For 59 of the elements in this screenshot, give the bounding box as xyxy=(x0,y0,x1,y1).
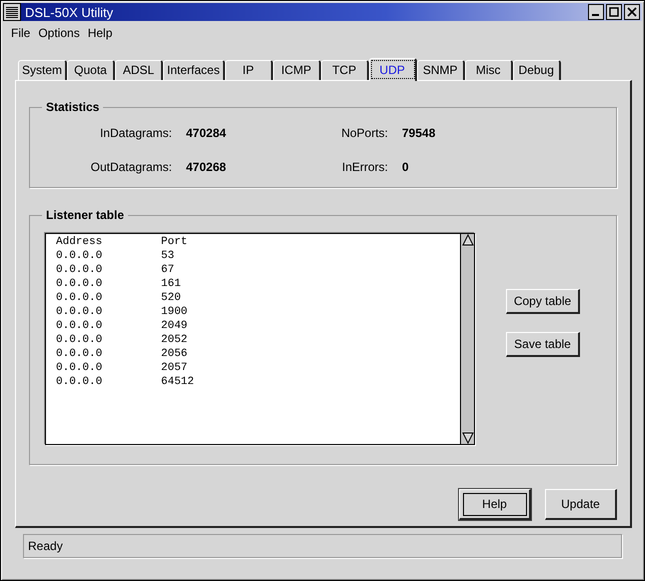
field-value: 470284 xyxy=(186,126,228,140)
table-button[interactable]: Save table xyxy=(506,332,580,357)
table-cell-text: 0.0.0.0 xyxy=(56,263,104,277)
maximize-icon[interactable] xyxy=(606,4,622,20)
scroll-down-icon[interactable] xyxy=(462,432,474,444)
column-header: Port xyxy=(161,235,188,249)
tab[interactable]: Debug xyxy=(512,60,561,80)
table-cell-text: 520 xyxy=(161,291,182,305)
table-cell-text: 0.0.0.0 xyxy=(56,333,104,347)
table-cell-text: 0.0.0.0 xyxy=(56,375,104,389)
scroll-up-icon[interactable] xyxy=(462,234,474,246)
field-label: OutDatagrams: xyxy=(90,160,172,174)
tab[interactable]: System xyxy=(18,60,68,80)
field-label: InDatagrams: xyxy=(98,126,172,140)
tab[interactable]: Interfaces xyxy=(163,60,225,80)
table-cell-text: 161 xyxy=(161,277,182,291)
listener-list[interactable]: Address Port 0.0.0.0 53 0.0.0.0 67 0.0.0.0 161 0.0.0.0 520 0.0.0.0 1900 0.0.0.0 2049 0.0.0.0 2052 0.0.0.0 2056 0.0.0.0 2057 0.0.0.0 64512 xyxy=(45,233,475,445)
dialog-button[interactable]: Update xyxy=(545,489,617,520)
tab[interactable]: Quota xyxy=(67,60,116,80)
field-label: InErrors: xyxy=(340,160,388,174)
table-cell-text: 0.0.0.0 xyxy=(56,291,104,305)
table-cell-text: 2052 xyxy=(161,333,188,347)
minimize-icon[interactable] xyxy=(588,4,604,20)
tab[interactable]: Misc xyxy=(464,60,513,80)
tab[interactable]: UDP xyxy=(368,58,417,81)
tab[interactable]: SNMP xyxy=(416,60,465,80)
table-cell-text: 0.0.0.0 xyxy=(56,305,104,319)
table-button[interactable]: Copy table xyxy=(506,289,580,314)
table-cell-text: 53 xyxy=(161,249,176,263)
table-cell-text: 67 xyxy=(161,263,176,277)
menu-icon[interactable] xyxy=(3,3,21,21)
group-title: Listener table xyxy=(42,208,128,222)
close-icon[interactable] xyxy=(624,4,640,20)
tab[interactable]: ADSL xyxy=(115,60,164,80)
table-cell-text: 1900 xyxy=(161,305,188,319)
menu-item[interactable]: Help xyxy=(88,26,112,40)
table-cell-text: 2057 xyxy=(161,361,188,375)
menu-item[interactable]: Options xyxy=(38,26,80,40)
tab[interactable]: ICMP xyxy=(272,60,321,80)
table-cell-text: 0.0.0.0 xyxy=(56,361,104,375)
table-cell-text: 64512 xyxy=(161,375,196,389)
field-label: NoPorts: xyxy=(340,126,388,140)
dialog-button[interactable]: Help xyxy=(459,489,531,520)
table-cell-text: 0.0.0.0 xyxy=(56,277,104,291)
menu-item[interactable]: File xyxy=(11,26,30,40)
table-cell-text: 0.0.0.0 xyxy=(56,347,104,361)
field-value: 79548 xyxy=(402,126,436,140)
group-title: Statistics xyxy=(42,100,104,114)
field-value: 0 xyxy=(402,160,410,174)
column-header: Address xyxy=(56,235,104,249)
table-cell-text: 0.0.0.0 xyxy=(56,249,104,263)
tab[interactable]: IP xyxy=(224,60,273,80)
table-cell-text: 2049 xyxy=(161,319,188,333)
table-cell-text: 2056 xyxy=(161,347,188,361)
status-bar: Ready xyxy=(23,534,622,558)
window-title: DSL-50X Utility xyxy=(25,4,114,20)
table-cell-text: 0.0.0.0 xyxy=(56,319,104,333)
field-value: 470268 xyxy=(186,160,228,174)
scrollbar[interactable] xyxy=(460,234,474,444)
